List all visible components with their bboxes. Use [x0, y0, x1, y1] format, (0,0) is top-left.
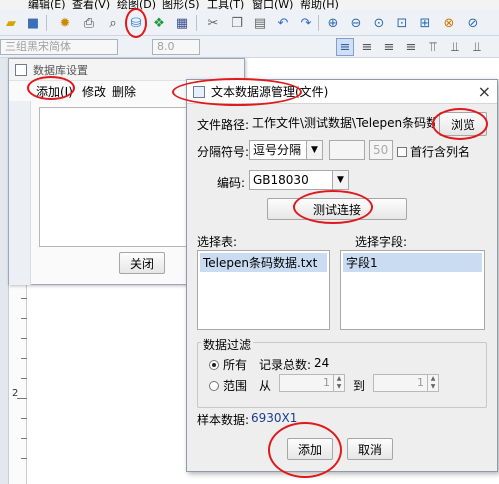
filter-range-label: 范围: [223, 379, 248, 393]
close-icon[interactable]: ×: [478, 82, 491, 101]
valign-middle-icon[interactable]: ⫫: [446, 38, 464, 56]
print-icon[interactable]: ⎙: [80, 14, 98, 32]
spinner-arrows-icon[interactable]: ▲ ▼: [427, 375, 438, 391]
menu-view[interactable]: 查看(V): [72, 0, 110, 10]
print-preview-icon[interactable]: ⌕: [104, 14, 122, 32]
paste-icon[interactable]: ▤: [251, 14, 269, 32]
help-icon[interactable]: ⊘: [464, 14, 482, 32]
chevron-down-icon[interactable]: ▼: [306, 141, 322, 159]
separator-select[interactable]: 逗号分隔 ▼: [249, 140, 323, 160]
font-family-select[interactable]: 三组黑宋简体: [0, 39, 118, 55]
dialog-title: 文本数据源管理(文件): [211, 85, 329, 99]
spinner-arrows-icon[interactable]: ▲ ▼: [333, 375, 344, 391]
menu-shape[interactable]: 图形(S): [162, 0, 200, 10]
menu-draw[interactable]: 绘图(D): [117, 0, 156, 10]
db-window-titlebar[interactable]: 数据库设置: [9, 59, 244, 81]
db-close-button[interactable]: 关闭: [119, 252, 165, 274]
add-button[interactable]: 添加: [287, 438, 333, 460]
cut-icon[interactable]: ✂: [204, 14, 222, 32]
sample-data-value: 6930X1: [251, 411, 298, 425]
zoom-page-icon[interactable]: ⊡: [393, 14, 411, 32]
grid-icon[interactable]: ▦: [173, 14, 191, 32]
ruler-mark-2: 2: [12, 388, 19, 399]
record-total-label: 记录总数:: [259, 358, 312, 372]
menu-window[interactable]: 窗口(W): [252, 0, 293, 10]
main-toolbar: ▰ ■ ✹ ⎙ ⌕ ⛁ ❖ ▦ ✂ ❐ ▤ ↶ ↷ ⊕ ⊖ ⊙ ⊡ ⊞ ⊗ ⊘: [0, 10, 499, 36]
text-datasource-dialog: 文本数据源管理(文件) × 文件路径: 工作文件\测试数据\Telepen条码数…: [186, 79, 498, 472]
range-to-value: 1: [417, 376, 424, 389]
zoom-fit-icon[interactable]: ⊙: [370, 14, 388, 32]
test-connection-button[interactable]: 测试连接: [267, 198, 407, 220]
filter-range-radio[interactable]: 范围: [209, 377, 247, 394]
field-list-item[interactable]: 字段1: [343, 253, 482, 272]
zoom-out-icon[interactable]: ⊖: [347, 14, 365, 32]
redo-icon[interactable]: ↷: [297, 14, 315, 32]
open-folder-icon[interactable]: ▰: [2, 14, 20, 32]
format-toolbar: 三组黑宋简体 8.0 ≡ ≡ ≡ ≡ ⫪ ⫫ ⫫: [0, 36, 499, 58]
range-from-value: 1: [323, 376, 330, 389]
checkbox-icon[interactable]: [397, 147, 407, 157]
copy-icon[interactable]: ❐: [228, 14, 246, 32]
filter-all-radio[interactable]: 所有: [209, 356, 247, 373]
valign-bottom-icon[interactable]: ⫫: [468, 38, 486, 56]
align-center-icon[interactable]: ≡: [358, 38, 376, 56]
align-right-icon[interactable]: ≡: [380, 38, 398, 56]
menu-bar: 编辑(E) 查看(V) 绘图(D) 图形(S) 工具(T) 窗口(W) 帮助(H…: [0, 0, 499, 10]
font-size-select[interactable]: 8.0: [152, 39, 200, 55]
menu-help[interactable]: 帮助(H): [300, 0, 339, 10]
undo-icon[interactable]: ↶: [274, 14, 292, 32]
filter-all-label: 所有: [223, 358, 248, 372]
file-path-label: 文件路径:: [197, 118, 250, 132]
from-label: 从: [259, 379, 272, 393]
data-link-icon[interactable]: ❖: [150, 14, 168, 32]
field-list[interactable]: 字段1: [340, 250, 485, 330]
first-row-header-checkbox[interactable]: 首行含列名: [397, 143, 470, 160]
range-to-spinner[interactable]: 1 ▲ ▼: [373, 374, 439, 392]
chevron-down-icon[interactable]: ▼: [332, 171, 348, 189]
zoom-in-icon[interactable]: ⊕: [324, 14, 342, 32]
database-icon[interactable]: ⛁: [127, 14, 145, 32]
align-left-icon[interactable]: ≡: [336, 38, 354, 56]
encoding-select[interactable]: GB18030 ▼: [249, 170, 349, 190]
separator-label: 分隔符号:: [197, 145, 250, 159]
window-icon: [15, 63, 27, 76]
separator-value: 逗号分隔: [253, 143, 302, 157]
select-table-label: 选择表:: [197, 235, 238, 249]
record-total-value: 24: [314, 356, 330, 370]
zoom-width-icon[interactable]: ⊞: [416, 14, 434, 32]
browse-button[interactable]: 浏览: [439, 112, 487, 136]
db-window-title: 数据库设置: [33, 63, 88, 77]
table-list[interactable]: Telepen条码数据.txt: [197, 250, 330, 330]
encoding-label: 编码:: [217, 176, 246, 190]
to-label: 到: [353, 379, 366, 393]
radio-unselected-icon[interactable]: [209, 381, 219, 391]
data-filter-label: 数据过滤: [201, 336, 254, 353]
select-field-label: 选择字段:: [355, 235, 408, 249]
db-edit-menu[interactable]: 修改: [82, 83, 106, 100]
db-add-menu[interactable]: 添加(I): [36, 83, 73, 100]
first-row-header-label: 首行含列名: [410, 145, 471, 159]
radio-selected-icon[interactable]: [209, 360, 219, 370]
gear-icon[interactable]: ✹: [56, 14, 74, 32]
lock-icon[interactable]: ⊗: [440, 14, 458, 32]
range-from-spinner[interactable]: 1 ▲ ▼: [279, 374, 345, 392]
cancel-button[interactable]: 取消: [347, 438, 393, 460]
db-delete-menu[interactable]: 删除: [112, 83, 136, 100]
valign-top-icon[interactable]: ⫪: [424, 38, 442, 56]
menu-tools[interactable]: 工具(T): [207, 0, 244, 10]
table-list-item[interactable]: Telepen条码数据.txt: [200, 253, 327, 272]
dialog-window-icon: [193, 85, 205, 98]
db-side-strip: [9, 101, 31, 285]
dialog-titlebar[interactable]: 文本数据源管理(文件): [187, 80, 497, 104]
encoding-value: GB18030: [253, 173, 309, 187]
save-icon[interactable]: ■: [24, 14, 42, 32]
separator-number[interactable]: 50: [369, 140, 393, 160]
file-path-input[interactable]: 工作文件\测试数据\Telepen条码数据.txt: [249, 114, 435, 134]
sample-data-label: 样本数据:: [197, 413, 250, 427]
custom-separator-input[interactable]: [329, 140, 365, 160]
align-justify-icon[interactable]: ≡: [402, 38, 420, 56]
menu-edit[interactable]: 编辑(E): [28, 0, 66, 10]
